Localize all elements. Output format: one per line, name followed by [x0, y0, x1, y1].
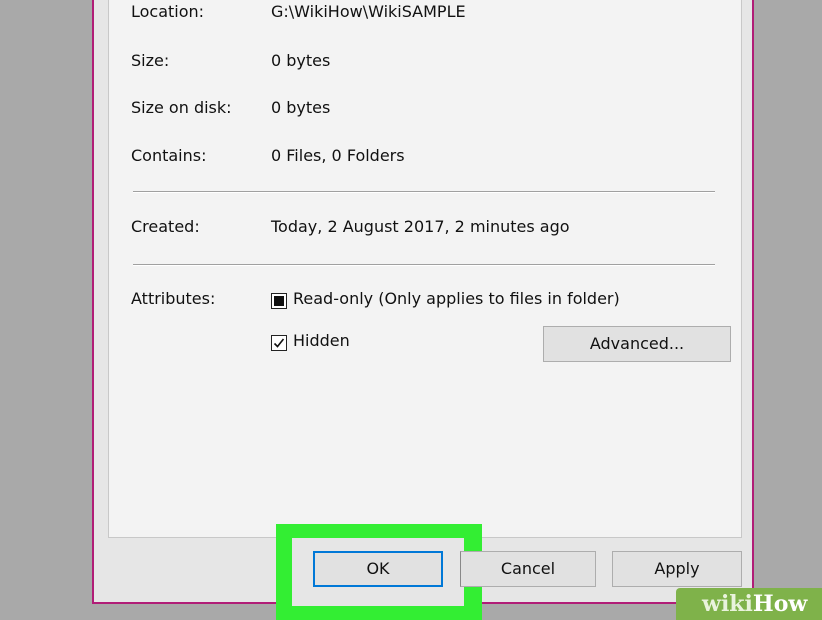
size-on-disk-label: Size on disk:: [131, 98, 232, 117]
wikihow-watermark: wikiHow: [676, 588, 822, 620]
general-tab-panel: Location: G:\WikiHow\WikiSAMPLE Size: 0 …: [108, 0, 742, 538]
size-label: Size:: [131, 51, 170, 70]
created-label: Created:: [131, 217, 200, 236]
attributes-label: Attributes:: [131, 289, 216, 308]
read-only-checkbox[interactable]: [271, 293, 287, 309]
separator: [133, 191, 715, 193]
read-only-label[interactable]: Read-only (Only applies to files in fold…: [293, 289, 620, 308]
separator: [133, 264, 715, 266]
hidden-label[interactable]: Hidden: [293, 331, 350, 350]
hidden-checkbox[interactable]: [271, 335, 287, 351]
size-value: 0 bytes: [271, 51, 331, 70]
created-value: Today, 2 August 2017, 2 minutes ago: [271, 217, 570, 236]
apply-button[interactable]: Apply: [612, 551, 742, 587]
contains-label: Contains:: [131, 146, 207, 165]
size-on-disk-value: 0 bytes: [271, 98, 331, 117]
contains-value: 0 Files, 0 Folders: [271, 146, 405, 165]
advanced-button[interactable]: Advanced...: [543, 326, 731, 362]
folder-properties-dialog: Location: G:\WikiHow\WikiSAMPLE Size: 0 …: [92, 0, 754, 604]
ok-button[interactable]: OK: [313, 551, 443, 587]
location-label: Location:: [131, 2, 205, 21]
cancel-button[interactable]: Cancel: [460, 551, 596, 587]
location-value: G:\WikiHow\WikiSAMPLE: [271, 2, 466, 21]
checkmark-icon: [273, 338, 285, 348]
